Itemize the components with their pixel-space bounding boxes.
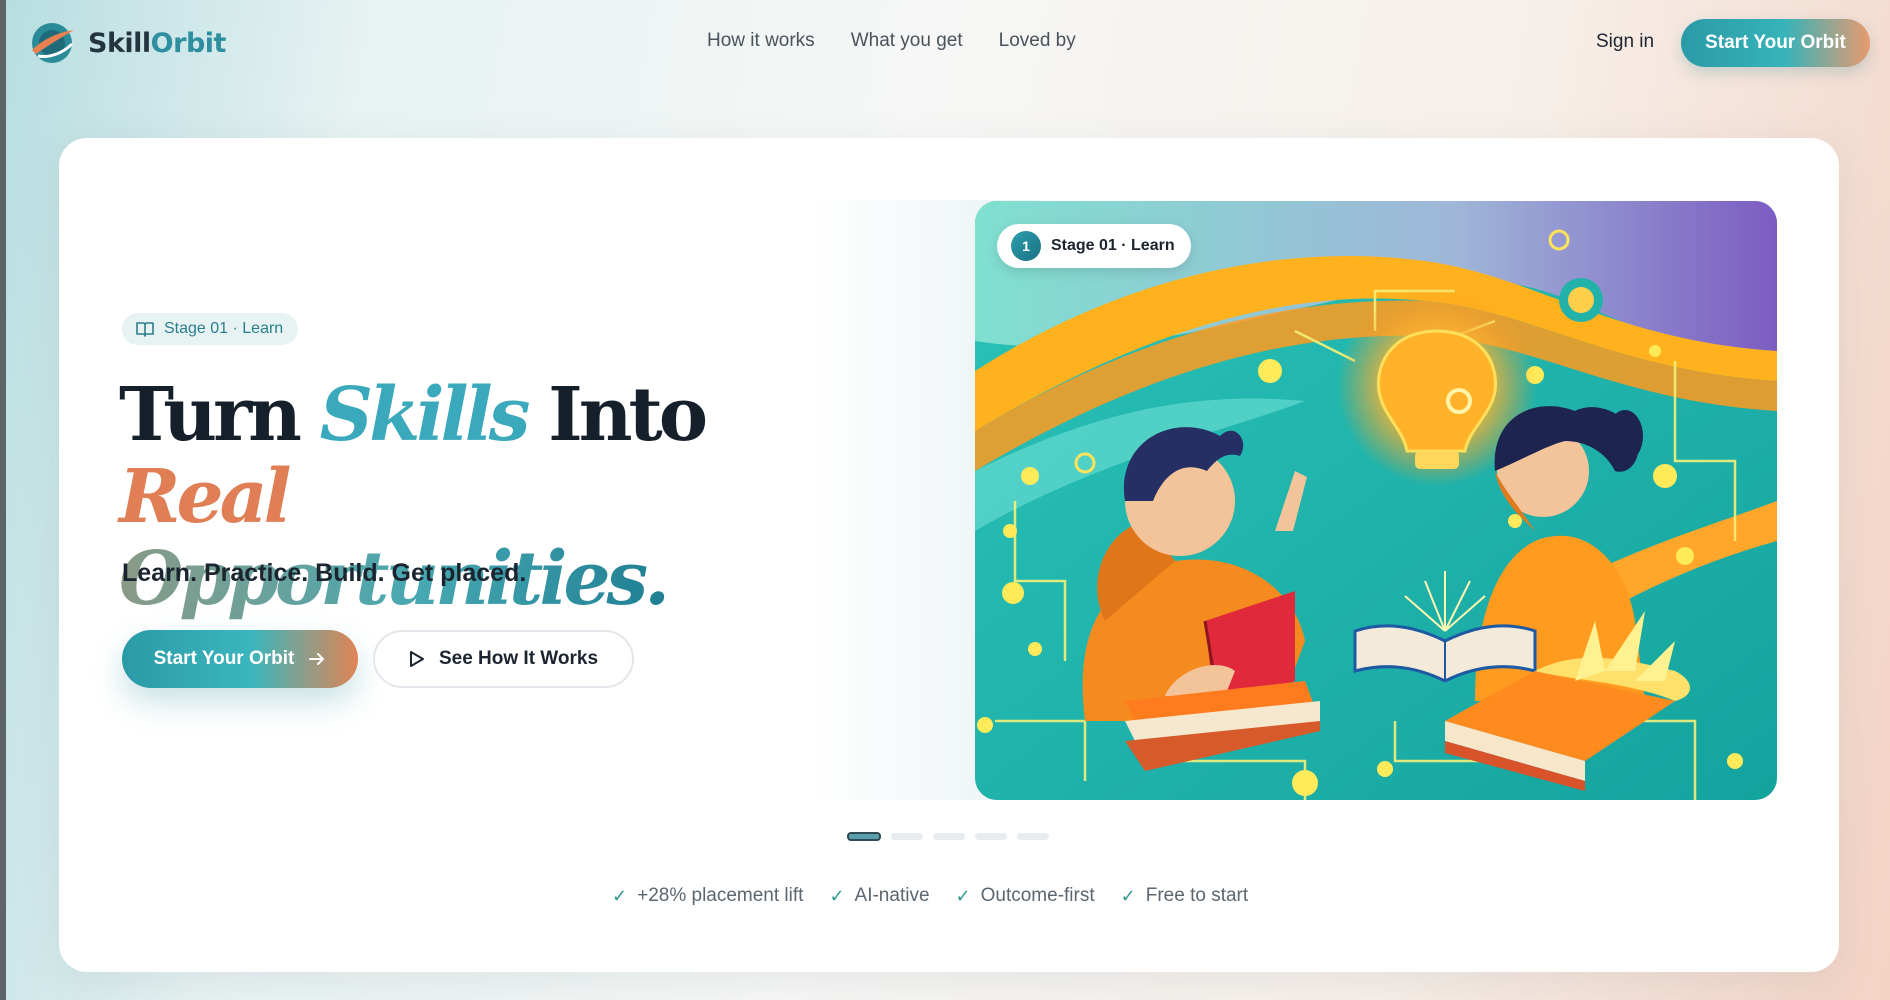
- check-icon: ✓: [829, 885, 845, 906]
- brand-name: SkillOrbit: [88, 27, 226, 59]
- start-orbit-button[interactable]: Start Your Orbit: [122, 630, 358, 688]
- image-stage-chip: 1 Stage 01 · Learn: [997, 224, 1191, 268]
- feature-item: ✓ Outcome-first: [956, 885, 1095, 907]
- feature-item: ✓ AI-native: [829, 885, 929, 907]
- carousel-dot-5[interactable]: [1017, 833, 1049, 840]
- hero-tagline: Learn. Practice. Build. Get placed.: [122, 559, 527, 587]
- stage-badge: Stage 01 · Learn: [122, 313, 299, 345]
- feature-label: +28% placement lift: [637, 885, 804, 906]
- site-header: SkillOrbit How it works What you get Lov…: [0, 0, 1890, 88]
- image-stage-label: Stage 01 · Learn: [1051, 237, 1175, 254]
- carousel-dot-2[interactable]: [891, 833, 923, 840]
- feature-label: Outcome-first: [980, 885, 1095, 906]
- feature-item: ✓ Free to start: [1121, 885, 1249, 907]
- window-edge: [0, 0, 6, 1000]
- feature-label: AI-native: [854, 885, 930, 906]
- feature-list: ✓ +28% placement lift ✓ AI-native ✓ Outc…: [612, 885, 1248, 907]
- see-how-it-works-button[interactable]: See How It Works: [373, 630, 634, 688]
- headline-word-skills: Skills: [319, 372, 531, 458]
- headline-word-real: Real: [119, 454, 292, 540]
- play-icon: [409, 651, 424, 667]
- headline-word-turn: Turn: [119, 372, 302, 458]
- hero-illustration: [975, 201, 1777, 800]
- feature-label: Free to start: [1145, 885, 1249, 906]
- nav-loved-by[interactable]: Loved by: [999, 30, 1076, 52]
- carousel-dots: [847, 832, 1049, 841]
- carousel-dot-1[interactable]: [847, 832, 881, 841]
- check-icon: ✓: [1120, 885, 1136, 906]
- check-icon: ✓: [955, 885, 971, 906]
- header-start-orbit-button[interactable]: Start Your Orbit: [1681, 19, 1870, 67]
- nav-how-it-works[interactable]: How it works: [707, 30, 815, 52]
- sign-in-link[interactable]: Sign in: [1596, 31, 1654, 53]
- stage-badge-label: Stage 01 · Learn: [164, 320, 284, 337]
- hero-card: Stage 01 · Learn Turn Skills Into Real O…: [59, 138, 1839, 972]
- orbit-logo-icon: [32, 23, 74, 63]
- check-icon: ✓: [612, 885, 628, 906]
- stage-number: 1: [1011, 231, 1041, 261]
- nav-what-you-get[interactable]: What you get: [851, 30, 963, 52]
- headline-word-into: Into: [548, 372, 708, 458]
- book-icon: [136, 322, 154, 337]
- brand-logo[interactable]: SkillOrbit: [28, 18, 226, 68]
- start-orbit-label: Start Your Orbit: [153, 648, 295, 669]
- main-nav: How it works What you get Loved by: [707, 30, 1076, 52]
- carousel-dot-4[interactable]: [975, 833, 1007, 840]
- feature-item: ✓ +28% placement lift: [612, 885, 803, 907]
- see-how-it-works-label: See How It Works: [438, 648, 599, 669]
- carousel-dot-3[interactable]: [933, 833, 965, 840]
- arrow-right-icon: [309, 653, 325, 665]
